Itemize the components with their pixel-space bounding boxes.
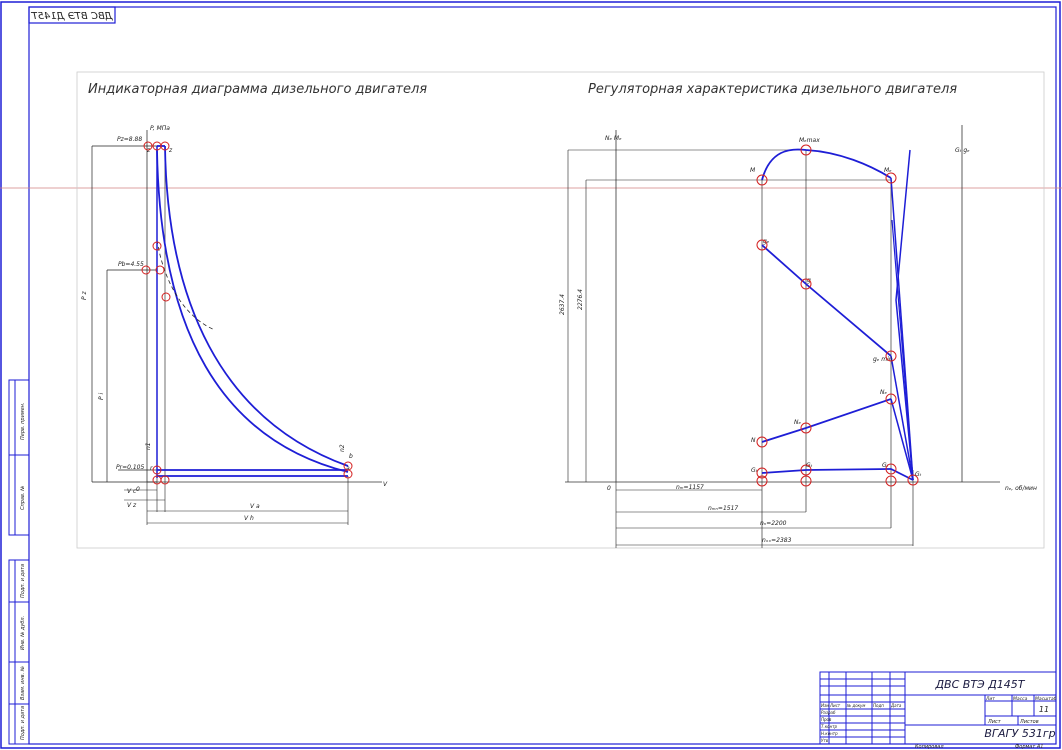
- drawing-name: ДВС ВТЭ Д145Т: [934, 678, 1025, 691]
- origin-right: 0: [607, 485, 611, 492]
- n-min: nₘ=1157: [676, 484, 704, 491]
- ge2-label: Nₑ: [794, 419, 801, 426]
- format-label: Формат А1: [1015, 744, 1043, 750]
- ge3-label: Nₑ: [880, 389, 887, 396]
- organization: ВГАГУ 531гр: [984, 727, 1055, 740]
- hdr-sheets: Листов: [1019, 719, 1039, 725]
- power-line: [761, 398, 892, 443]
- pr-label: Pr=0.105: [116, 464, 144, 471]
- strip-cell-6: Подп. и дата: [20, 706, 26, 740]
- role-approve: Утв: [821, 738, 829, 743]
- origin-label: 0: [136, 486, 140, 493]
- specific-consumption-line: [761, 244, 892, 357]
- governor-characteristic: Регуляторная характеристика дизельного д…: [559, 82, 1037, 548]
- n-nom: nₙ=2200: [760, 520, 787, 527]
- role-dev: Разраб: [821, 710, 836, 715]
- row-sign: Подп: [873, 703, 884, 708]
- ge1-label: N: [751, 437, 756, 444]
- mmax-label: Mₑmax: [799, 137, 820, 144]
- fuel-flow-line: [761, 468, 914, 481]
- left-title: Индикаторная диаграмма дизельного двигат…: [88, 82, 427, 97]
- row-izm: Изм: [821, 703, 829, 708]
- outer-frame: [0, 1, 1061, 749]
- inner-frame: [28, 6, 1057, 745]
- dim-pz: P z: [81, 290, 88, 300]
- compression-curve: [156, 149, 349, 473]
- hdr-mass: Масса: [1013, 696, 1028, 702]
- hdr-scale: Масштаб: [1035, 696, 1057, 702]
- gmin-label: gₑ min: [873, 356, 893, 363]
- row-doc: № докум: [846, 703, 865, 708]
- n2-label: n2: [339, 444, 346, 452]
- row-date: Дата: [890, 703, 902, 708]
- hdr-sheet: Лист: [987, 719, 1002, 725]
- strip-cell-3: Подп. и дата: [20, 564, 26, 598]
- dim-vz: V z: [127, 502, 137, 509]
- mn-label: M: [750, 167, 756, 174]
- strip-cell-2: Справ. №: [20, 486, 26, 510]
- z-left: z: [146, 147, 151, 154]
- strip-cell-5: Взам. инв. №: [20, 666, 26, 700]
- dim-pi: P i: [98, 392, 105, 400]
- dim-vh: V h: [244, 515, 254, 522]
- gt4-label: Gₜ: [915, 471, 922, 478]
- dim-va: V a: [250, 503, 260, 510]
- copied-label: Копировал: [915, 744, 944, 750]
- strip-cell-1: Перв. примен.: [20, 402, 26, 440]
- role-tcontr: Т.контр: [821, 724, 838, 729]
- v-axis-label: V: [383, 481, 388, 488]
- title-block-text: ДВС ВТЭ Д145Т 11 ВГАГУ 531гр Лит Масса М…: [821, 678, 1057, 750]
- role-ncontr: Н.контр: [821, 731, 838, 736]
- right-title: Регуляторная характеристика дизельного д…: [588, 82, 957, 97]
- stamp-text: ДВС ВТЭ Д145Т: [31, 11, 114, 22]
- pb-label: Pb=4.55: [118, 261, 144, 268]
- right-axis-label: Gₜ gₑ: [955, 147, 970, 154]
- x-axis-label: nₑ, об/мин: [1005, 485, 1037, 492]
- drawing-sheet: ДВС ВТЭ Д145Т Индикаторная диаграмма диз…: [0, 1, 1062, 750]
- sheet-number: 11: [1039, 705, 1049, 714]
- dim-y2: 2276.4: [577, 289, 584, 310]
- left-axis-label: Nₑ Mₑ: [605, 135, 622, 142]
- pz-label: Pz=8.88: [117, 136, 142, 143]
- row-list: Лист: [829, 703, 841, 708]
- top-stamp: ДВС ВТЭ Д145Т: [28, 6, 116, 24]
- torque-curve: [761, 148, 892, 181]
- dim-y1: 2637.4: [559, 294, 566, 315]
- p-axis-label: P, МПа: [150, 125, 170, 132]
- indicator-diagram: Индикаторная диаграмма дизельного двигат…: [81, 82, 427, 525]
- side-strip-labels: Перв. примен. Справ. № Подп. и дата Инв.…: [20, 402, 26, 740]
- strip-cell-4: Инв. № дубл.: [20, 616, 26, 650]
- side-strip: [8, 379, 30, 745]
- expansion-curve: [164, 145, 349, 467]
- n-mid: nₘₙ=1517: [708, 505, 738, 512]
- role-check: Пров: [821, 717, 832, 722]
- hdr-lit: Лит: [985, 696, 995, 702]
- n1-label: n1: [145, 442, 152, 450]
- r-label: r: [150, 465, 153, 472]
- n-max: nₓₓ=2383: [762, 537, 792, 544]
- b-label: b: [349, 453, 353, 460]
